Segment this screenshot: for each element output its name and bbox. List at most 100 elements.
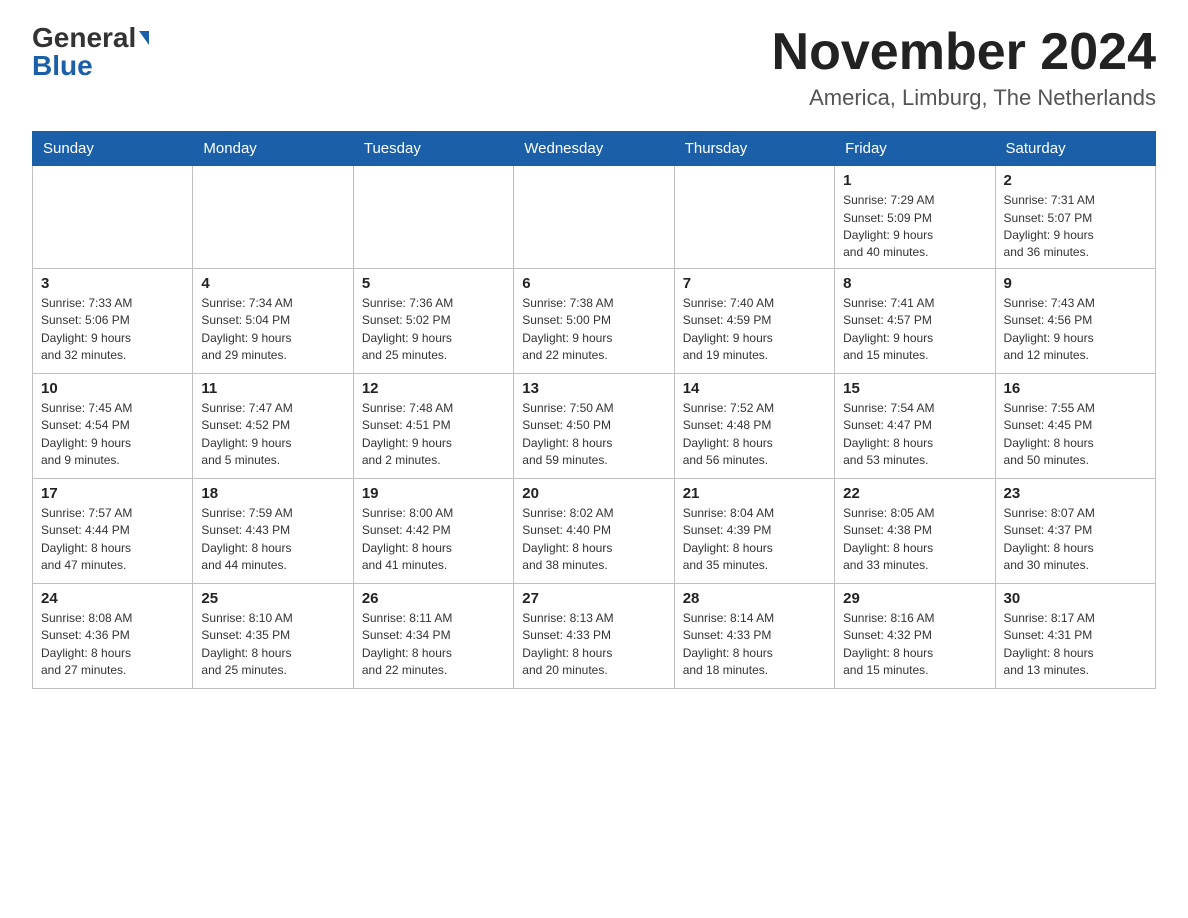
day-info: Sunrise: 8:10 AM Sunset: 4:35 PM Dayligh… xyxy=(201,610,344,680)
day-info: Sunrise: 7:31 AM Sunset: 5:07 PM Dayligh… xyxy=(1004,192,1147,262)
day-info: Sunrise: 8:16 AM Sunset: 4:32 PM Dayligh… xyxy=(843,610,986,680)
week-row-3: 10 Sunrise: 7:45 AM Sunset: 4:54 PM Dayli… xyxy=(33,373,1156,478)
day-info: Sunrise: 8:14 AM Sunset: 4:33 PM Dayligh… xyxy=(683,610,826,680)
calendar-cell: 15Sunrise: 7:54 AM Sunset: 4:47 PM Dayli… xyxy=(835,373,995,478)
day-info: Sunrise: 7:41 AM Sunset: 4:57 PM Dayligh… xyxy=(843,295,986,365)
calendar-cell: 6 Sunrise: 7:38 AM Sunset: 5:00 PM Daylig… xyxy=(514,268,674,373)
day-info: Sunrise: 7:33 AM Sunset: 5:06 PM Dayligh… xyxy=(41,295,184,365)
day-number: 21 xyxy=(683,485,826,502)
day-info: Sunrise: 8:13 AM Sunset: 4:33 PM Dayligh… xyxy=(522,610,665,680)
logo: General Blue xyxy=(32,24,149,80)
day-number: 4 xyxy=(201,275,344,292)
day-number: 22 xyxy=(843,485,986,502)
day-info: Sunrise: 7:52 AM Sunset: 4:48 PM Dayligh… xyxy=(683,400,826,470)
day-number: 28 xyxy=(683,590,826,607)
title-area: November 2024 America, Limburg, The Neth… xyxy=(772,24,1156,111)
calendar-cell: 14 Sunrise: 7:52 AM Sunset: 4:48 PM Dayli… xyxy=(674,373,834,478)
weekday-header-monday: Monday xyxy=(193,132,353,166)
day-info: Sunrise: 7:47 AM Sunset: 4:52 PM Dayligh… xyxy=(201,400,344,470)
day-number: 29 xyxy=(843,590,986,607)
day-info: Sunrise: 8:04 AM Sunset: 4:39 PM Dayligh… xyxy=(683,505,826,575)
header: General Blue November 2024 America, Limb… xyxy=(32,24,1156,111)
day-info: Sunrise: 7:43 AM Sunset: 4:56 PM Dayligh… xyxy=(1004,295,1147,365)
weekday-header-thursday: Thursday xyxy=(674,132,834,166)
calendar-cell: 8Sunrise: 7:41 AM Sunset: 4:57 PM Daylig… xyxy=(835,268,995,373)
calendar-cell: 4Sunrise: 7:34 AM Sunset: 5:04 PM Daylig… xyxy=(193,268,353,373)
day-info: Sunrise: 8:07 AM Sunset: 4:37 PM Dayligh… xyxy=(1004,505,1147,575)
day-number: 5 xyxy=(362,275,505,292)
day-info: Sunrise: 8:02 AM Sunset: 4:40 PM Dayligh… xyxy=(522,505,665,575)
day-number: 13 xyxy=(522,380,665,397)
calendar-cell: 9Sunrise: 7:43 AM Sunset: 4:56 PM Daylig… xyxy=(995,268,1155,373)
day-info: Sunrise: 8:00 AM Sunset: 4:42 PM Dayligh… xyxy=(362,505,505,575)
day-number: 10 xyxy=(41,380,184,397)
week-row-1: 1Sunrise: 7:29 AM Sunset: 5:09 PM Daylig… xyxy=(33,166,1156,269)
calendar-cell: 23 Sunrise: 8:07 AM Sunset: 4:37 PM Dayli… xyxy=(995,478,1155,583)
day-info: Sunrise: 7:45 AM Sunset: 4:54 PM Dayligh… xyxy=(41,400,184,470)
calendar-cell xyxy=(33,166,193,269)
day-info: Sunrise: 7:40 AM Sunset: 4:59 PM Dayligh… xyxy=(683,295,826,365)
day-info: Sunrise: 8:11 AM Sunset: 4:34 PM Dayligh… xyxy=(362,610,505,680)
day-number: 18 xyxy=(201,485,344,502)
calendar-cell: 22 Sunrise: 8:05 AM Sunset: 4:38 PM Dayli… xyxy=(835,478,995,583)
calendar-cell xyxy=(193,166,353,269)
day-number: 2 xyxy=(1004,172,1147,189)
calendar-cell: 7 Sunrise: 7:40 AM Sunset: 4:59 PM Daylig… xyxy=(674,268,834,373)
calendar-cell: 24 Sunrise: 8:08 AM Sunset: 4:36 PM Dayli… xyxy=(33,583,193,688)
week-row-2: 3 Sunrise: 7:33 AM Sunset: 5:06 PM Daylig… xyxy=(33,268,1156,373)
location-title: America, Limburg, The Netherlands xyxy=(772,85,1156,111)
day-number: 15 xyxy=(843,380,986,397)
day-number: 25 xyxy=(201,590,344,607)
calendar-cell: 27 Sunrise: 8:13 AM Sunset: 4:33 PM Dayli… xyxy=(514,583,674,688)
day-number: 6 xyxy=(522,275,665,292)
day-number: 3 xyxy=(41,275,184,292)
day-info: Sunrise: 8:08 AM Sunset: 4:36 PM Dayligh… xyxy=(41,610,184,680)
calendar-cell: 12 Sunrise: 7:48 AM Sunset: 4:51 PM Dayli… xyxy=(353,373,513,478)
day-info: Sunrise: 7:38 AM Sunset: 5:00 PM Dayligh… xyxy=(522,295,665,365)
calendar-cell: 11Sunrise: 7:47 AM Sunset: 4:52 PM Dayli… xyxy=(193,373,353,478)
calendar-cell: 18 Sunrise: 7:59 AM Sunset: 4:43 PM Dayli… xyxy=(193,478,353,583)
calendar-cell: 25 Sunrise: 8:10 AM Sunset: 4:35 PM Dayli… xyxy=(193,583,353,688)
day-number: 27 xyxy=(522,590,665,607)
day-number: 24 xyxy=(41,590,184,607)
day-info: Sunrise: 7:36 AM Sunset: 5:02 PM Dayligh… xyxy=(362,295,505,365)
week-row-5: 24 Sunrise: 8:08 AM Sunset: 4:36 PM Dayli… xyxy=(33,583,1156,688)
calendar-cell: 10 Sunrise: 7:45 AM Sunset: 4:54 PM Dayli… xyxy=(33,373,193,478)
day-number: 20 xyxy=(522,485,665,502)
day-number: 14 xyxy=(683,380,826,397)
day-info: Sunrise: 7:55 AM Sunset: 4:45 PM Dayligh… xyxy=(1004,400,1147,470)
calendar-table: SundayMondayTuesdayWednesdayThursdayFrid… xyxy=(32,131,1156,689)
day-info: Sunrise: 8:05 AM Sunset: 4:38 PM Dayligh… xyxy=(843,505,986,575)
calendar-cell: 13Sunrise: 7:50 AM Sunset: 4:50 PM Dayli… xyxy=(514,373,674,478)
day-info: Sunrise: 8:17 AM Sunset: 4:31 PM Dayligh… xyxy=(1004,610,1147,680)
calendar-cell: 5 Sunrise: 7:36 AM Sunset: 5:02 PM Daylig… xyxy=(353,268,513,373)
month-title: November 2024 xyxy=(772,24,1156,81)
weekday-header-tuesday: Tuesday xyxy=(353,132,513,166)
day-number: 23 xyxy=(1004,485,1147,502)
calendar-cell: 26 Sunrise: 8:11 AM Sunset: 4:34 PM Dayli… xyxy=(353,583,513,688)
day-number: 19 xyxy=(362,485,505,502)
day-info: Sunrise: 7:57 AM Sunset: 4:44 PM Dayligh… xyxy=(41,505,184,575)
weekday-header-row: SundayMondayTuesdayWednesdayThursdayFrid… xyxy=(33,132,1156,166)
logo-blue-text: Blue xyxy=(32,52,93,80)
calendar-cell: 28 Sunrise: 8:14 AM Sunset: 4:33 PM Dayli… xyxy=(674,583,834,688)
calendar-cell xyxy=(514,166,674,269)
day-info: Sunrise: 7:48 AM Sunset: 4:51 PM Dayligh… xyxy=(362,400,505,470)
day-number: 12 xyxy=(362,380,505,397)
day-number: 1 xyxy=(843,172,986,189)
weekday-header-wednesday: Wednesday xyxy=(514,132,674,166)
calendar-cell: 17Sunrise: 7:57 AM Sunset: 4:44 PM Dayli… xyxy=(33,478,193,583)
calendar-cell: 1Sunrise: 7:29 AM Sunset: 5:09 PM Daylig… xyxy=(835,166,995,269)
day-number: 26 xyxy=(362,590,505,607)
logo-general-text: General xyxy=(32,24,136,52)
calendar-cell xyxy=(674,166,834,269)
weekday-header-friday: Friday xyxy=(835,132,995,166)
calendar-cell: 19 Sunrise: 8:00 AM Sunset: 4:42 PM Dayli… xyxy=(353,478,513,583)
day-number: 16 xyxy=(1004,380,1147,397)
calendar-cell: 3 Sunrise: 7:33 AM Sunset: 5:06 PM Daylig… xyxy=(33,268,193,373)
calendar-cell: 20 Sunrise: 8:02 AM Sunset: 4:40 PM Dayli… xyxy=(514,478,674,583)
weekday-header-saturday: Saturday xyxy=(995,132,1155,166)
logo-triangle-icon xyxy=(139,31,149,45)
day-number: 7 xyxy=(683,275,826,292)
day-info: Sunrise: 7:59 AM Sunset: 4:43 PM Dayligh… xyxy=(201,505,344,575)
